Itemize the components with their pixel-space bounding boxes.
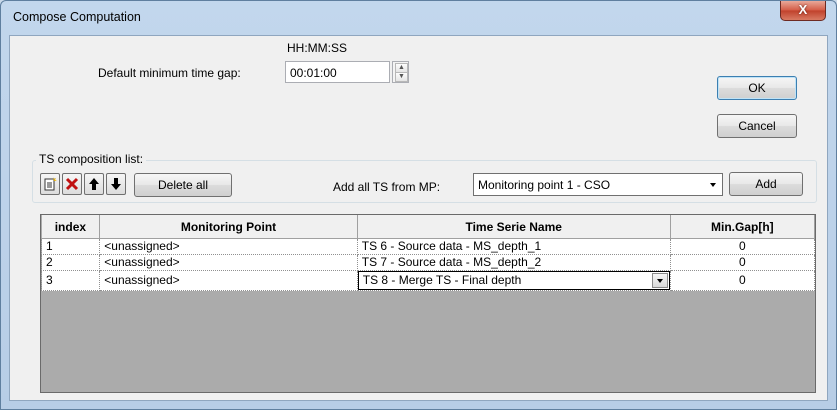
- time-gap-input[interactable]: 00:01:00: [285, 61, 390, 83]
- time-gap-spinner[interactable]: ▲ ▼: [392, 61, 409, 83]
- add-button[interactable]: Add: [729, 172, 803, 196]
- time-gap-value: 00:01:00: [290, 66, 337, 80]
- mp-select-value: Monitoring point 1 - CSO: [478, 178, 611, 192]
- dialog-window: Compose Computation X HH:MM:SS Default m…: [0, 0, 837, 410]
- chevron-down-icon[interactable]: [705, 174, 722, 195]
- delete-row-button[interactable]: [62, 173, 82, 195]
- window-title: Compose Computation: [13, 10, 141, 24]
- table-row[interactable]: 3 <unassigned> TS 8 - Merge TS - Final d…: [40, 270, 816, 291]
- cell-time-serie-name[interactable]: TS 6 - Source data - MS_depth_1: [356, 238, 671, 255]
- close-button[interactable]: X: [780, 1, 826, 21]
- cancel-button[interactable]: Cancel: [717, 114, 797, 138]
- arrow-down-icon: [111, 178, 121, 190]
- title-bar[interactable]: Compose Computation X: [1, 1, 836, 35]
- dialog-client: HH:MM:SS Default minimum time gap: 00:01…: [9, 35, 828, 401]
- time-gap-label: Default minimum time gap:: [98, 66, 241, 80]
- cell-min-gap[interactable]: 0: [669, 238, 816, 255]
- ts-composition-label: TS composition list:: [36, 152, 147, 166]
- cell-index[interactable]: 3: [40, 270, 101, 291]
- time-format-label: HH:MM:SS: [287, 41, 347, 55]
- cell-index[interactable]: 2: [40, 254, 101, 271]
- column-header-time-serie-name[interactable]: Time Serie Name: [357, 215, 671, 239]
- move-up-button[interactable]: [84, 173, 104, 195]
- new-row-button[interactable]: [40, 173, 60, 195]
- add-from-mp-label: Add all TS from MP:: [333, 180, 441, 194]
- ok-button[interactable]: OK: [717, 76, 797, 100]
- new-icon: [44, 177, 57, 191]
- cell-monitoring-point[interactable]: <unassigned>: [99, 270, 358, 291]
- table-header-row: index Monitoring Point Time Serie Name M…: [41, 215, 816, 239]
- mp-select[interactable]: Monitoring point 1 - CSO: [473, 173, 723, 196]
- delete-icon: [65, 177, 79, 191]
- table-row[interactable]: 1 <unassigned> TS 6 - Source data - MS_d…: [40, 238, 816, 255]
- cell-min-gap[interactable]: 0: [669, 270, 816, 291]
- cell-time-serie-name[interactable]: TS 7 - Source data - MS_depth_2: [356, 254, 671, 271]
- cell-monitoring-point[interactable]: <unassigned>: [99, 254, 358, 271]
- cell-index[interactable]: 1: [40, 238, 101, 255]
- arrow-up-icon: [89, 178, 99, 190]
- chevron-down-icon[interactable]: [651, 273, 668, 288]
- cell-monitoring-point[interactable]: <unassigned>: [99, 238, 358, 255]
- table-row[interactable]: 2 <unassigned> TS 7 - Source data - MS_d…: [40, 254, 816, 271]
- delete-all-button[interactable]: Delete all: [134, 173, 232, 197]
- ts-cell-dropdown[interactable]: TS 8 - Merge TS - Final depth: [357, 271, 670, 290]
- spin-down-icon[interactable]: ▼: [395, 72, 408, 82]
- cell-time-serie-name-editing[interactable]: TS 8 - Merge TS - Final depth: [356, 270, 671, 291]
- move-down-button[interactable]: [106, 173, 126, 195]
- close-icon: X: [798, 2, 808, 17]
- ts-cell-dropdown-value: TS 8 - Merge TS - Final depth: [362, 273, 522, 287]
- column-header-index[interactable]: index: [41, 215, 101, 239]
- column-header-monitoring-point[interactable]: Monitoring Point: [99, 215, 358, 239]
- cell-min-gap[interactable]: 0: [669, 254, 816, 271]
- column-header-min-gap[interactable]: Min.Gap[h]: [670, 215, 816, 239]
- ts-table[interactable]: index Monitoring Point Time Serie Name M…: [40, 214, 816, 393]
